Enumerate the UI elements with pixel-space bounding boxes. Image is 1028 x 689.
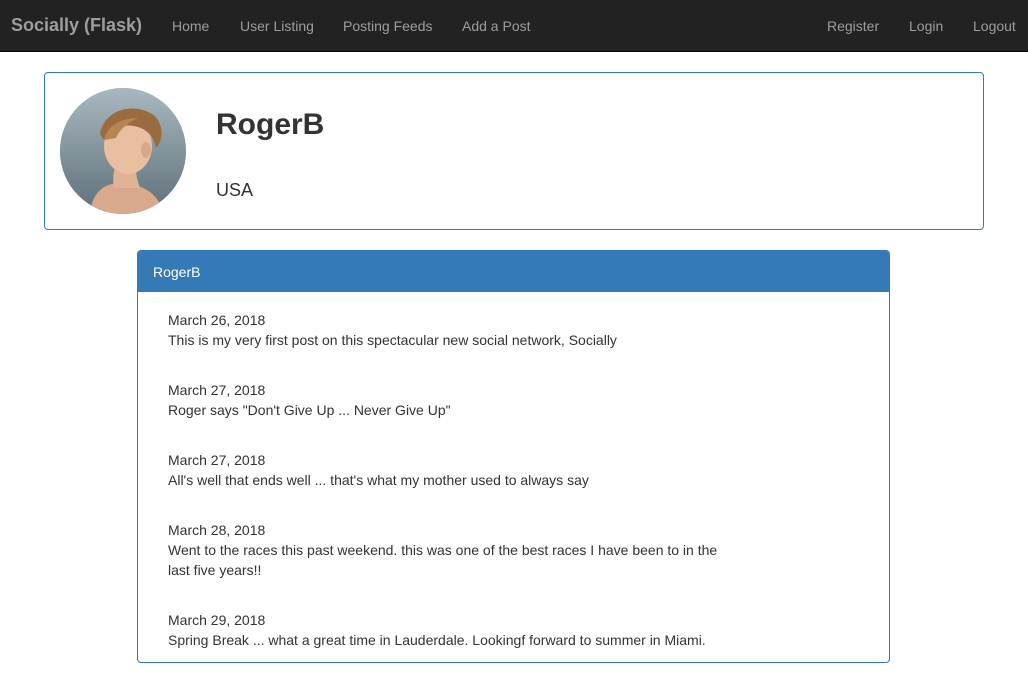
post-item: March 27, 2018 All's well that ends well… — [168, 450, 728, 490]
post-item: March 27, 2018 Roger says "Don't Give Up… — [168, 380, 728, 420]
profile-location: USA — [216, 180, 254, 200]
post-text: Went to the races this past weekend. thi… — [168, 542, 718, 578]
post-date: March 29, 2018 — [168, 612, 266, 628]
profile-username: RogerB — [216, 108, 325, 141]
post-text: This is my very first post on this spect… — [168, 332, 617, 348]
profile-card: RogerB USA — [44, 72, 984, 230]
post-item: March 26, 2018 This is my very first pos… — [168, 310, 728, 350]
posts-list: March 26, 2018 This is my very first pos… — [168, 310, 728, 650]
posts-panel: RogerB March 26, 2018 This is my very fi… — [137, 250, 890, 663]
post-date: March 27, 2018 — [168, 452, 266, 468]
post-text: All's well that ends well ... that's wha… — [168, 472, 589, 488]
posts-panel-heading: RogerB — [138, 251, 889, 292]
post-date: March 28, 2018 — [168, 522, 266, 538]
nav-add-post-link[interactable]: Add a Post — [462, 18, 531, 34]
post-item: March 28, 2018 Went to the races this pa… — [168, 520, 728, 580]
nav-logout-link[interactable]: Logout — [973, 18, 1016, 34]
nav-home-link[interactable]: Home — [172, 18, 209, 34]
brand-link[interactable]: Socially (Flask) — [11, 15, 142, 36]
post-date: March 27, 2018 — [168, 382, 266, 398]
user-avatar-photo-icon — [60, 88, 186, 214]
top-navbar: Socially (Flask) Home User Listing Posti… — [0, 0, 1028, 52]
nav-register-link[interactable]: Register — [827, 18, 879, 34]
avatar — [60, 88, 186, 214]
nav-login-link[interactable]: Login — [909, 18, 943, 34]
post-text: Spring Break ... what a great time in La… — [168, 632, 706, 648]
post-item: March 29, 2018 Spring Break ... what a g… — [168, 610, 728, 650]
post-text: Roger says "Don't Give Up ... Never Give… — [168, 402, 451, 418]
nav-posting-feeds-link[interactable]: Posting Feeds — [343, 18, 433, 34]
post-date: March 26, 2018 — [168, 312, 266, 328]
nav-user-listing-link[interactable]: User Listing — [240, 18, 314, 34]
